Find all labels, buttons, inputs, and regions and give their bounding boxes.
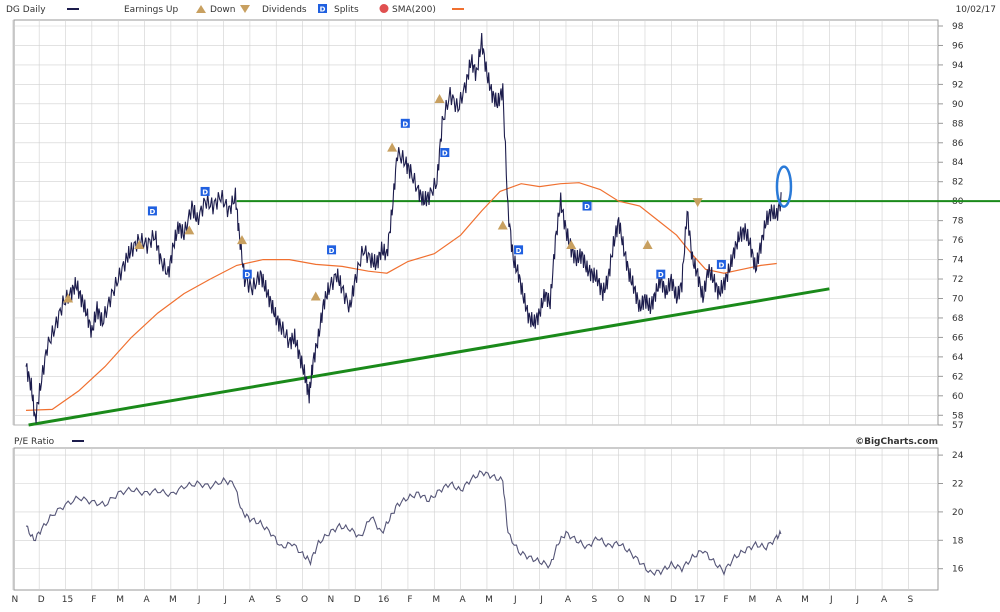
dividend-marker-letter: D xyxy=(442,150,448,158)
x-month-label: S xyxy=(591,595,597,605)
symbol-label: DG Daily xyxy=(6,5,46,15)
x-month-label: F xyxy=(91,595,96,605)
x-month-label: 15 xyxy=(62,595,73,605)
pe-y-tick-label: 16 xyxy=(952,565,964,575)
x-month-label: F xyxy=(407,595,412,605)
x-month-label: M xyxy=(748,595,756,605)
chart-date: 10/02/17 xyxy=(956,5,996,15)
x-month-label: J xyxy=(829,595,833,605)
dividend-marker-letter: D xyxy=(329,247,335,255)
x-month-label: D xyxy=(354,595,361,605)
x-month-label: M xyxy=(169,595,177,605)
chart-container: DG Daily Earnings Up Down Dividends D Splits S… xyxy=(0,0,1000,608)
price-y-tick-label: 96 xyxy=(952,41,964,51)
x-month-label: D xyxy=(670,595,677,605)
x-month-label: N xyxy=(328,595,335,605)
x-month-label: D xyxy=(38,595,45,605)
dividend-marker-letter: D xyxy=(584,203,590,211)
x-month-label: J xyxy=(223,595,227,605)
x-month-label: O xyxy=(301,595,308,605)
x-month-label: A xyxy=(460,595,467,605)
pe-y-tick-label: 20 xyxy=(952,508,964,518)
x-month-label: A xyxy=(881,595,888,605)
price-y-tick-label: 72 xyxy=(952,275,963,285)
price-y-tick-label: 98 xyxy=(952,22,964,32)
x-month-label: A xyxy=(776,595,783,605)
dividends-label: Dividends xyxy=(262,5,307,15)
price-y-tick-label: 58 xyxy=(952,411,964,421)
price-y-tick-label: 90 xyxy=(952,100,964,110)
dividend-marker-letter: D xyxy=(516,247,522,255)
pe-y-tick-label: 22 xyxy=(952,480,963,490)
x-month-label: O xyxy=(617,595,624,605)
x-month-label: J xyxy=(197,595,201,605)
dividend-marker-letter: D xyxy=(658,271,664,279)
x-month-label: S xyxy=(275,595,281,605)
dividend-marker-letter: D xyxy=(402,120,408,128)
earnings-up-label: Earnings Up xyxy=(124,5,179,15)
price-y-tick-label: 88 xyxy=(952,119,964,129)
price-y-tick-label: 60 xyxy=(952,392,964,402)
x-month-label: 16 xyxy=(378,595,390,605)
x-month-label: M xyxy=(432,595,440,605)
price-y-tick-label: 64 xyxy=(952,353,964,363)
price-legend-swatch xyxy=(67,8,79,10)
pe-legend-swatch xyxy=(72,440,84,442)
x-month-label: J xyxy=(855,595,859,605)
x-month-label: N xyxy=(644,595,651,605)
x-month-label: J xyxy=(513,595,517,605)
sma-label: SMA(200) xyxy=(392,5,436,15)
price-y-tick-label: 92 xyxy=(952,80,963,90)
splits-icon xyxy=(379,4,389,13)
price-y-tick-label: 74 xyxy=(952,256,964,266)
pe-y-tick-label: 18 xyxy=(952,536,964,546)
x-month-label: M xyxy=(801,595,809,605)
bigcharts-credit: ©BigCharts.com xyxy=(855,437,938,447)
x-month-label: S xyxy=(908,595,914,605)
price-y-tick-label: 57 xyxy=(952,421,963,431)
x-month-label: J xyxy=(539,595,543,605)
x-month-label: A xyxy=(249,595,256,605)
price-y-tick-label: 86 xyxy=(952,139,964,149)
price-y-tick-label: 82 xyxy=(952,178,963,188)
dividend-marker-letter: D xyxy=(150,208,156,216)
price-y-tick-label: 62 xyxy=(952,372,963,382)
price-chart: DG Daily Earnings Up Down Dividends D Splits S… xyxy=(6,4,1000,605)
x-month-label: A xyxy=(565,595,572,605)
price-y-tick-label: 66 xyxy=(952,333,964,343)
dividend-marker-letter: D xyxy=(202,188,208,196)
down-label: Down xyxy=(210,5,236,15)
earnings-up-icon xyxy=(196,5,206,13)
price-y-tick-label: 78 xyxy=(952,217,964,227)
price-y-tick-label: 94 xyxy=(952,61,964,71)
x-month-label: N xyxy=(11,595,18,605)
x-month-label: 17 xyxy=(694,595,705,605)
x-month-label: F xyxy=(723,595,728,605)
x-month-label: M xyxy=(116,595,124,605)
price-y-tick-label: 68 xyxy=(952,314,964,324)
dividend-marker-letter: D xyxy=(718,261,724,269)
price-y-tick-label: 84 xyxy=(952,158,964,168)
splits-label: Splits xyxy=(334,5,359,15)
earnings-down-icon xyxy=(240,5,250,13)
pe-y-tick-label: 24 xyxy=(952,451,964,461)
dividend-marker-letter: D xyxy=(244,271,250,279)
pe-ratio-label: P/E Ratio xyxy=(14,437,55,447)
price-y-tick-label: 76 xyxy=(952,236,964,246)
x-month-label: A xyxy=(143,595,150,605)
dividend-icon-letter: D xyxy=(320,6,326,14)
price-y-tick-label: 70 xyxy=(952,294,964,304)
sma-legend-swatch xyxy=(452,8,464,10)
x-month-label: M xyxy=(485,595,493,605)
